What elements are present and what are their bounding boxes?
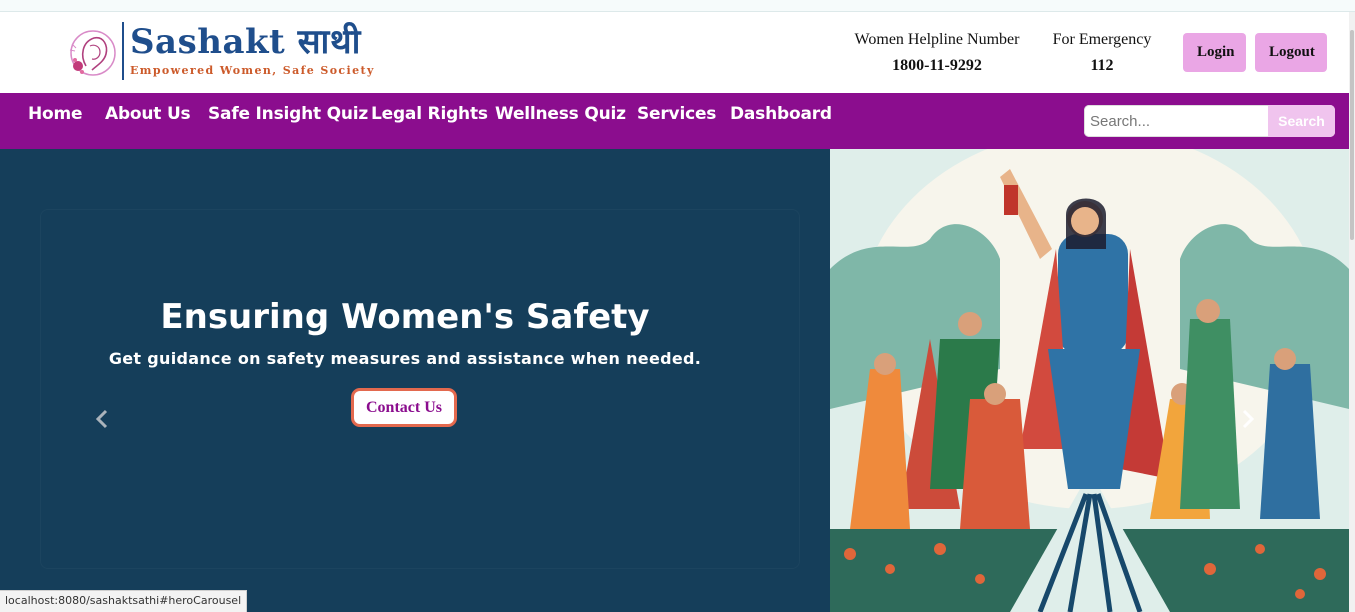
- hero-text-panel: Ensuring Women's Safety Get guidance on …: [0, 149, 830, 612]
- brand-name: Sashakt साथी: [130, 22, 361, 62]
- women-helpline-number: 1800-11-9292: [892, 57, 982, 74]
- carousel-next-icon[interactable]: [1238, 407, 1258, 431]
- hero-carousel: Ensuring Women's Safety Get guidance on …: [0, 149, 1349, 612]
- nav-item-home[interactable]: Home: [28, 104, 83, 124]
- browser-status-url: localhost:8080/sashaktsathi#heroCarousel: [0, 590, 248, 612]
- search-form: Search: [1084, 105, 1335, 137]
- brand-tagline: Empowered Women, Safe Society: [130, 64, 375, 77]
- site-header: Sashakt साथी Empowered Women, Safe Socie…: [0, 12, 1349, 93]
- nav-item-wellness-quiz[interactable]: Wellness Quiz: [495, 104, 626, 124]
- hero-subtitle: Get guidance on safety measures and assi…: [108, 349, 702, 368]
- women-helpline-label: Women Helpline Number: [854, 31, 1020, 48]
- nav-item-services[interactable]: Services: [637, 104, 716, 124]
- nav-item-legal-rights[interactable]: Legal Rights: [371, 104, 488, 124]
- nav-item-dashboard[interactable]: Dashboard: [730, 104, 832, 124]
- logout-button[interactable]: Logout: [1255, 33, 1327, 72]
- scrollbar-thumb[interactable]: [1350, 30, 1354, 240]
- main-navbar: Home About Us Safe Insight Quiz Legal Ri…: [0, 93, 1349, 149]
- nav-item-about-us[interactable]: About Us: [105, 104, 191, 124]
- emergency-number: For Emergency 112: [1048, 30, 1156, 76]
- emergency-label: For Emergency: [1052, 31, 1152, 48]
- search-button[interactable]: Search: [1268, 105, 1335, 137]
- women-helpline: Women Helpline Number 1800-11-9292: [852, 30, 1022, 76]
- contact-us-button[interactable]: Contact Us: [351, 388, 457, 427]
- hero-title: Ensuring Women's Safety: [160, 297, 650, 337]
- woman-emblem-icon: [69, 30, 116, 76]
- nav-item-safe-insight-quiz[interactable]: Safe Insight Quiz: [208, 104, 368, 124]
- carousel-prev-icon[interactable]: [92, 407, 112, 431]
- search-input[interactable]: [1084, 105, 1268, 137]
- page-scrollbar[interactable]: [1349, 12, 1355, 612]
- browser-top-strip: [0, 0, 1355, 12]
- logo-divider: [122, 22, 124, 80]
- login-button[interactable]: Login: [1183, 33, 1246, 72]
- hero-illustration: [830, 149, 1349, 612]
- logo-text: Sashakt साथी Empowered Women, Safe Socie…: [130, 22, 375, 77]
- emergency-number-value: 112: [1090, 57, 1114, 74]
- site-logo[interactable]: Sashakt साथी Empowered Women, Safe Socie…: [66, 20, 373, 84]
